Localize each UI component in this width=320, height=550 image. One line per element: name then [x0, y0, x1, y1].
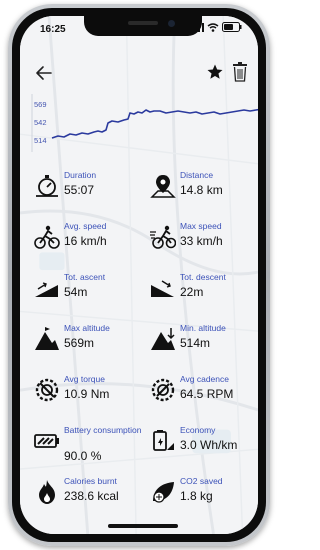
stat-label: Calories burnt: [64, 476, 117, 486]
stat-avg-speed: Avg. speed 16 km/h: [32, 219, 144, 270]
screen: 16:25 569 542 514 Duration 55:07 Distanc…: [20, 16, 258, 534]
stat-value: 238.6 kcal: [64, 489, 119, 503]
altitude-chart: 569 542 514: [20, 94, 258, 156]
stat-total-ascent: Tot. ascent 54m: [32, 270, 144, 321]
stat-battery-consumption: Battery consumption 90.0 %: [32, 423, 144, 474]
stat-co2-saved: CO2 saved 1.8 kg: [148, 474, 258, 525]
stat-value: 10.9 Nm: [64, 387, 110, 401]
max-altitude-icon: [35, 327, 59, 350]
stat-label: Economy: [180, 425, 216, 435]
stat-label: Max speed: [180, 221, 222, 231]
stats-grid: Duration 55:07 Distance 14.8 km Avg. spe…: [32, 168, 258, 525]
cadence-icon: [151, 378, 175, 402]
stat-value: 64.5 RPM: [180, 387, 234, 401]
stat-label: Max altitude: [64, 323, 110, 333]
stat-value: 55:07: [64, 183, 95, 197]
battery-status-icon: [222, 22, 242, 32]
stat-value: 90.0 %: [64, 449, 102, 463]
phone-bezel: 16:25 569 542 514 Duration 55:07 Distanc…: [12, 8, 266, 542]
stat-value: 3.0 Wh/km: [180, 438, 238, 452]
phone-frame: 16:25 569 542 514 Duration 55:07 Distanc…: [8, 4, 270, 546]
stat-total-descent: Tot. descent 22m: [148, 270, 258, 321]
stat-max-altitude: Max altitude 569m: [32, 321, 144, 372]
phone-notch: [84, 16, 202, 36]
stat-label: Tot. descent: [180, 272, 226, 282]
ascent-icon: [35, 282, 58, 297]
stat-label: Avg. speed: [64, 221, 107, 231]
home-indicator[interactable]: [108, 524, 178, 528]
stat-label: Distance: [180, 170, 214, 180]
stat-min-altitude: Min. altitude 514m: [148, 321, 258, 372]
back-arrow-icon[interactable]: [34, 63, 54, 83]
map-pin-icon: [150, 175, 176, 198]
top-toolbar: [20, 60, 258, 86]
fast-cyclist-icon: [150, 225, 176, 249]
wifi-icon: [207, 22, 219, 32]
altitude-line-plot: [31, 94, 258, 152]
stat-value: 16 km/h: [64, 234, 107, 248]
stat-value: 514m: [180, 336, 211, 350]
cyclist-icon: [34, 225, 60, 249]
stat-duration: Duration 55:07: [32, 168, 144, 219]
stat-label: Duration: [64, 170, 97, 180]
delete-trash-icon[interactable]: [232, 62, 248, 82]
stat-label: Avg cadence: [180, 374, 229, 384]
stat-value: 569m: [64, 336, 95, 350]
stat-value: 22m: [180, 285, 204, 299]
flame-icon: [39, 480, 55, 504]
stat-max-speed: Max speed 33 km/h: [148, 219, 258, 270]
status-time: 16:25: [40, 24, 66, 35]
min-altitude-icon: [151, 328, 175, 350]
altitude-series-line: [51, 108, 258, 139]
leaf-icon: [153, 482, 174, 503]
economy-icon: [153, 430, 174, 451]
stat-calories: Calories burnt 238.6 kcal: [32, 474, 144, 525]
stat-label: Tot. ascent: [64, 272, 106, 282]
stat-value: 54m: [64, 285, 88, 299]
stat-economy: Economy 3.0 Wh/km: [148, 423, 258, 474]
front-camera: [168, 20, 175, 27]
stat-avg-torque: Avg torque 10.9 Nm: [32, 372, 144, 423]
stat-distance: Distance 14.8 km: [148, 168, 258, 219]
battery-icon: [34, 434, 59, 448]
stat-avg-cadence: Avg cadence 64.5 RPM: [148, 372, 258, 423]
stopwatch-icon: [36, 175, 58, 197]
stat-value: 1.8 kg: [180, 489, 213, 503]
stat-value: 14.8 km: [180, 183, 223, 197]
stat-value: 33 km/h: [180, 234, 223, 248]
stat-label: Min. altitude: [180, 323, 226, 333]
descent-icon: [151, 280, 174, 297]
favorite-star-icon[interactable]: [206, 63, 224, 81]
stat-label: Battery consumption: [64, 425, 142, 435]
speaker-grille: [128, 21, 158, 25]
torque-icon: [35, 378, 59, 402]
stat-label: Avg torque: [64, 374, 105, 384]
stat-label: CO2 saved: [180, 476, 223, 486]
